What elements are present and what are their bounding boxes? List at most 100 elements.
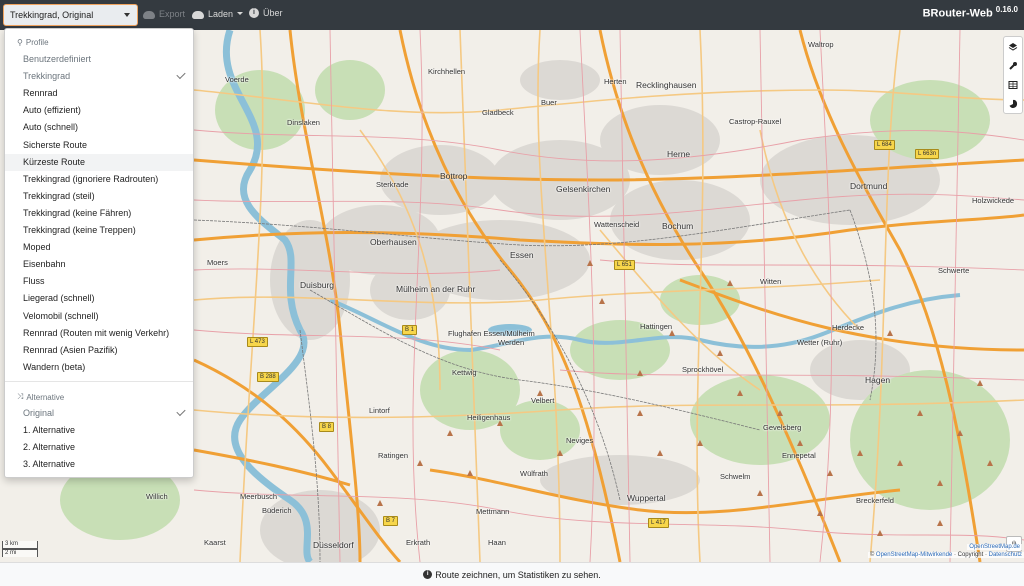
tools-button[interactable] (1004, 56, 1022, 75)
map-place-label: Sprockhövel (682, 365, 724, 374)
map-place-label: Bochum (662, 221, 694, 231)
attribution-prefix: © (869, 552, 875, 558)
profiles-header: ⚲ Profile (17, 38, 49, 47)
scale-km: 3 km (2, 541, 38, 549)
profile-option-label: Velomobil (schnell) (23, 310, 99, 321)
about-button[interactable]: i Über (249, 8, 283, 18)
alternative-option[interactable]: 2. Alternative (5, 439, 193, 456)
road-number-shield: B 288 (257, 372, 279, 382)
alternatives-header-label: Alternative (26, 392, 65, 402)
layers-icon (1008, 42, 1018, 51)
wrench-icon (1009, 61, 1017, 70)
road-number-shield: B 7 (383, 516, 399, 526)
map-place-label: Mülheim an der Ruhr (396, 284, 476, 294)
check-icon (176, 69, 186, 80)
profile-option[interactable]: Trekkingrad (keine Treppen) (5, 222, 193, 239)
map-place-label: Erkrath (406, 538, 431, 547)
map-place-label: Hattingen (640, 322, 673, 331)
profile-option-label: Trekkingrad (keine Fähren) (23, 207, 132, 218)
layers-button[interactable] (1004, 37, 1022, 56)
map-place-label: Wuppertal (627, 493, 666, 503)
map-place-label: Moers (207, 258, 228, 267)
map-place-label: Herdecke (832, 323, 865, 332)
road-number-shield: L 684 (874, 140, 895, 150)
map-place-label: Ratingen (378, 451, 409, 460)
dropdown-divider (5, 381, 193, 382)
map-place-label: Mettmann (476, 507, 510, 516)
osm-contributors-link[interactable]: OpenStreetMap-Mitwirkende (876, 552, 952, 558)
map-place-label: Breckerfeld (856, 496, 894, 505)
map-place-label: Gelsenkirchen (556, 184, 611, 194)
road-number-shield: L 473 (247, 337, 268, 347)
profile-option[interactable]: Wandern (beta) (5, 359, 193, 376)
map-place-label: Buer (541, 98, 557, 107)
load-button[interactable]: Laden (192, 8, 244, 19)
map-place-label: Schwelm (720, 472, 751, 481)
export-button[interactable]: Export (143, 8, 185, 19)
map-place-label: Heiligenhaus (467, 413, 511, 422)
attribution-copyright[interactable]: · Copyright · (954, 552, 987, 558)
map-place-label: Voerde (225, 75, 249, 84)
profile-option[interactable]: Rennrad (5, 85, 193, 102)
chart-button[interactable] (1004, 94, 1022, 113)
profile-option[interactable]: Liegerad (schnell) (5, 290, 193, 307)
profile-option[interactable]: Fluss (5, 273, 193, 290)
cloud-upload-icon (143, 11, 155, 19)
alternative-option-label: Original (23, 408, 55, 418)
brand-title[interactable]: BRouter-Web 0.16.0 (923, 5, 1018, 20)
alternative-option[interactable]: 1. Alternative (5, 422, 193, 439)
map-place-label: Flughafen Essen/Mülheim (448, 329, 535, 338)
map-place-label: Essen (510, 250, 534, 260)
map-place-label: Oberhausen (370, 237, 417, 247)
profile-option-label: Trekkingrad (steil) (23, 190, 95, 201)
map-place-label: Kaarst (204, 538, 226, 547)
about-label: Über (263, 8, 283, 18)
alternatives-header: ⤨ Alternative (17, 392, 64, 402)
status-bar: i Route zeichnen, um Statistiken zu sehe… (0, 562, 1024, 586)
privacy-link[interactable]: Datenschutz (989, 552, 1022, 558)
profile-option[interactable]: Moped (5, 239, 193, 256)
profile-selector-button[interactable]: Trekkingrad, Original (3, 4, 138, 26)
map-place-label: Witten (760, 277, 782, 286)
map-place-label: Meerbusch (240, 492, 278, 501)
osm-de-link[interactable]: OpenStreetMap.de (967, 544, 1022, 550)
profile-option[interactable]: Auto (schnell) (5, 119, 193, 136)
profile-option[interactable]: Rennrad (Routen mit wenig Verkehr) (5, 325, 193, 342)
table-button[interactable] (1004, 75, 1022, 94)
road-number-shield: L 651 (614, 260, 635, 270)
table-icon (1008, 80, 1018, 89)
map-place-label: Willich (146, 492, 168, 501)
map-place-label: Herten (604, 77, 627, 86)
caret-down-icon (237, 12, 244, 15)
map-place-label: Hagen (865, 375, 891, 385)
map-place-label: Holzwickede (972, 196, 1015, 205)
profile-option[interactable]: Rennrad (Asien Pazifik) (5, 342, 193, 359)
map-place-label: Bottrop (440, 171, 468, 181)
profile-option[interactable]: Trekkingrad (steil) (5, 188, 193, 205)
map-place-label: Wetter (Ruhr) (797, 338, 843, 347)
profile-option[interactable]: Velomobil (schnell) (5, 308, 193, 325)
export-label: Export (159, 8, 186, 19)
cloud-download-icon (192, 11, 204, 19)
alternative-option[interactable]: Original (5, 405, 193, 422)
profile-option-label: Rennrad (Asien Pazifik) (23, 344, 118, 355)
profile-option[interactable]: Benutzerdefiniert (5, 51, 193, 68)
profile-option[interactable]: Trekkingrad (5, 68, 193, 85)
map-place-label: Dinslaken (287, 118, 320, 127)
profile-option-label: Trekkingrad (ignoriere Radrouten) (23, 173, 159, 184)
map-place-label: Herne (667, 149, 691, 159)
profile-option[interactable]: Auto (effizient) (5, 102, 193, 119)
map-place-label: Lintorf (369, 406, 390, 415)
info-circle-icon: i (423, 570, 433, 579)
alternative-option[interactable]: 3. Alternative (5, 456, 193, 473)
map-controls (1003, 36, 1023, 114)
map-place-label: Kettwig (452, 368, 477, 377)
scale-mi: 2 mi (2, 549, 38, 557)
profile-option[interactable]: Kürzeste Route (5, 153, 193, 171)
profile-option-label: Auto (schnell) (23, 122, 79, 133)
profile-option[interactable]: Sicherste Route (5, 137, 193, 154)
profile-option[interactable]: Eisenbahn (5, 256, 193, 273)
profile-option[interactable]: Trekkingrad (keine Fähren) (5, 205, 193, 222)
profile-option[interactable]: Trekkingrad (ignoriere Radrouten) (5, 171, 193, 188)
profile-option-label: Auto (effizient) (23, 105, 81, 116)
